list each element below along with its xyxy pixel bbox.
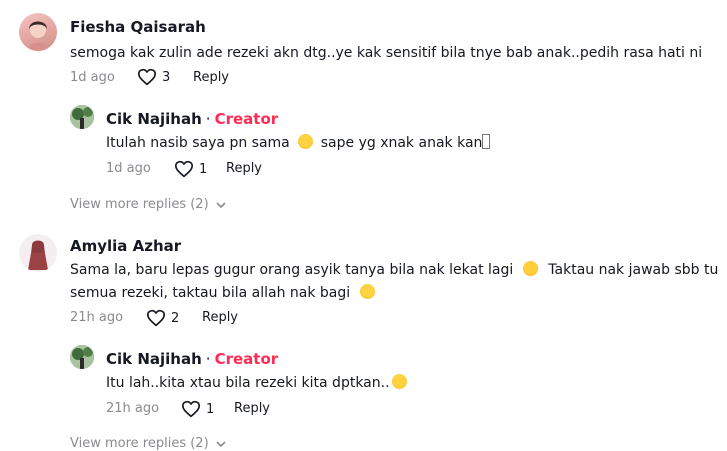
like-count: 1 (206, 401, 215, 417)
like-count: 2 (171, 310, 180, 326)
avatar[interactable] (19, 13, 57, 51)
avatar[interactable] (70, 345, 94, 369)
comment-text-line-1: Sama la, baru lepas gugur orang asyik ta… (70, 261, 719, 278)
like-count: 1 (199, 161, 208, 177)
reply-button[interactable]: Reply (193, 70, 229, 85)
weary-face-emoji-icon (523, 261, 539, 276)
reply-author[interactable]: Cik Najihah (106, 110, 202, 128)
avatar[interactable] (19, 234, 57, 272)
avatar-photo-icon (70, 345, 94, 369)
creator-badge: Creator (214, 110, 279, 128)
comment-text: semoga kak zulin ade rezeki akn dtg..ye … (70, 45, 703, 61)
comment-author[interactable]: Amylia Azhar (70, 237, 181, 255)
chevron-down-icon (216, 201, 226, 208)
reply-button[interactable]: Reply (226, 161, 262, 176)
reply-text: Itulah nasib saya pn sama sape yg xnak an… (106, 132, 491, 155)
reply-text: Itu lah..kita xtau bila rezeki kita dptk… (106, 372, 409, 395)
comment-time: 21h ago (70, 310, 124, 325)
like-button[interactable]: 1 (174, 160, 207, 178)
view-more-replies[interactable]: View more replies (2) (70, 197, 227, 212)
reply-time: 21h ago (106, 401, 160, 416)
heart-outline-icon (182, 400, 200, 418)
like-count: 3 (162, 69, 171, 85)
reply-button[interactable]: Reply (202, 310, 238, 325)
heart-outline-icon (147, 309, 165, 327)
crying-face-emoji-icon (391, 374, 407, 389)
separator: · (205, 110, 211, 128)
reply-time: 1d ago (106, 161, 151, 176)
heart-outline-icon (138, 68, 156, 86)
like-button[interactable]: 2 (146, 309, 179, 327)
reply-author[interactable]: Cik Najihah (106, 350, 202, 368)
comment-time: 1d ago (70, 70, 115, 85)
crying-face-emoji-icon (297, 134, 313, 149)
avatar-photo-icon (70, 105, 94, 129)
comment-author[interactable]: Fiesha Qaisarah (70, 18, 206, 36)
avatar-photo-icon (28, 240, 48, 270)
reply-author-line: Cik Najihah · Creator (106, 350, 278, 368)
comment-text-line-2: semua rezeki, taktau bila allah nak bagi (70, 282, 385, 305)
heart-outline-icon (175, 160, 193, 178)
creator-badge: Creator (214, 350, 279, 368)
missing-glyph-icon (482, 134, 491, 149)
avatar-photo-icon (27, 21, 49, 51)
avatar[interactable] (70, 105, 94, 129)
reply-author-line: Cik Najihah · Creator (106, 110, 278, 128)
like-button[interactable]: 3 (137, 68, 170, 86)
pleading-face-emoji-icon (360, 284, 376, 299)
reply-button[interactable]: Reply (234, 401, 270, 416)
separator: · (205, 350, 211, 368)
like-button[interactable]: 1 (181, 400, 214, 418)
